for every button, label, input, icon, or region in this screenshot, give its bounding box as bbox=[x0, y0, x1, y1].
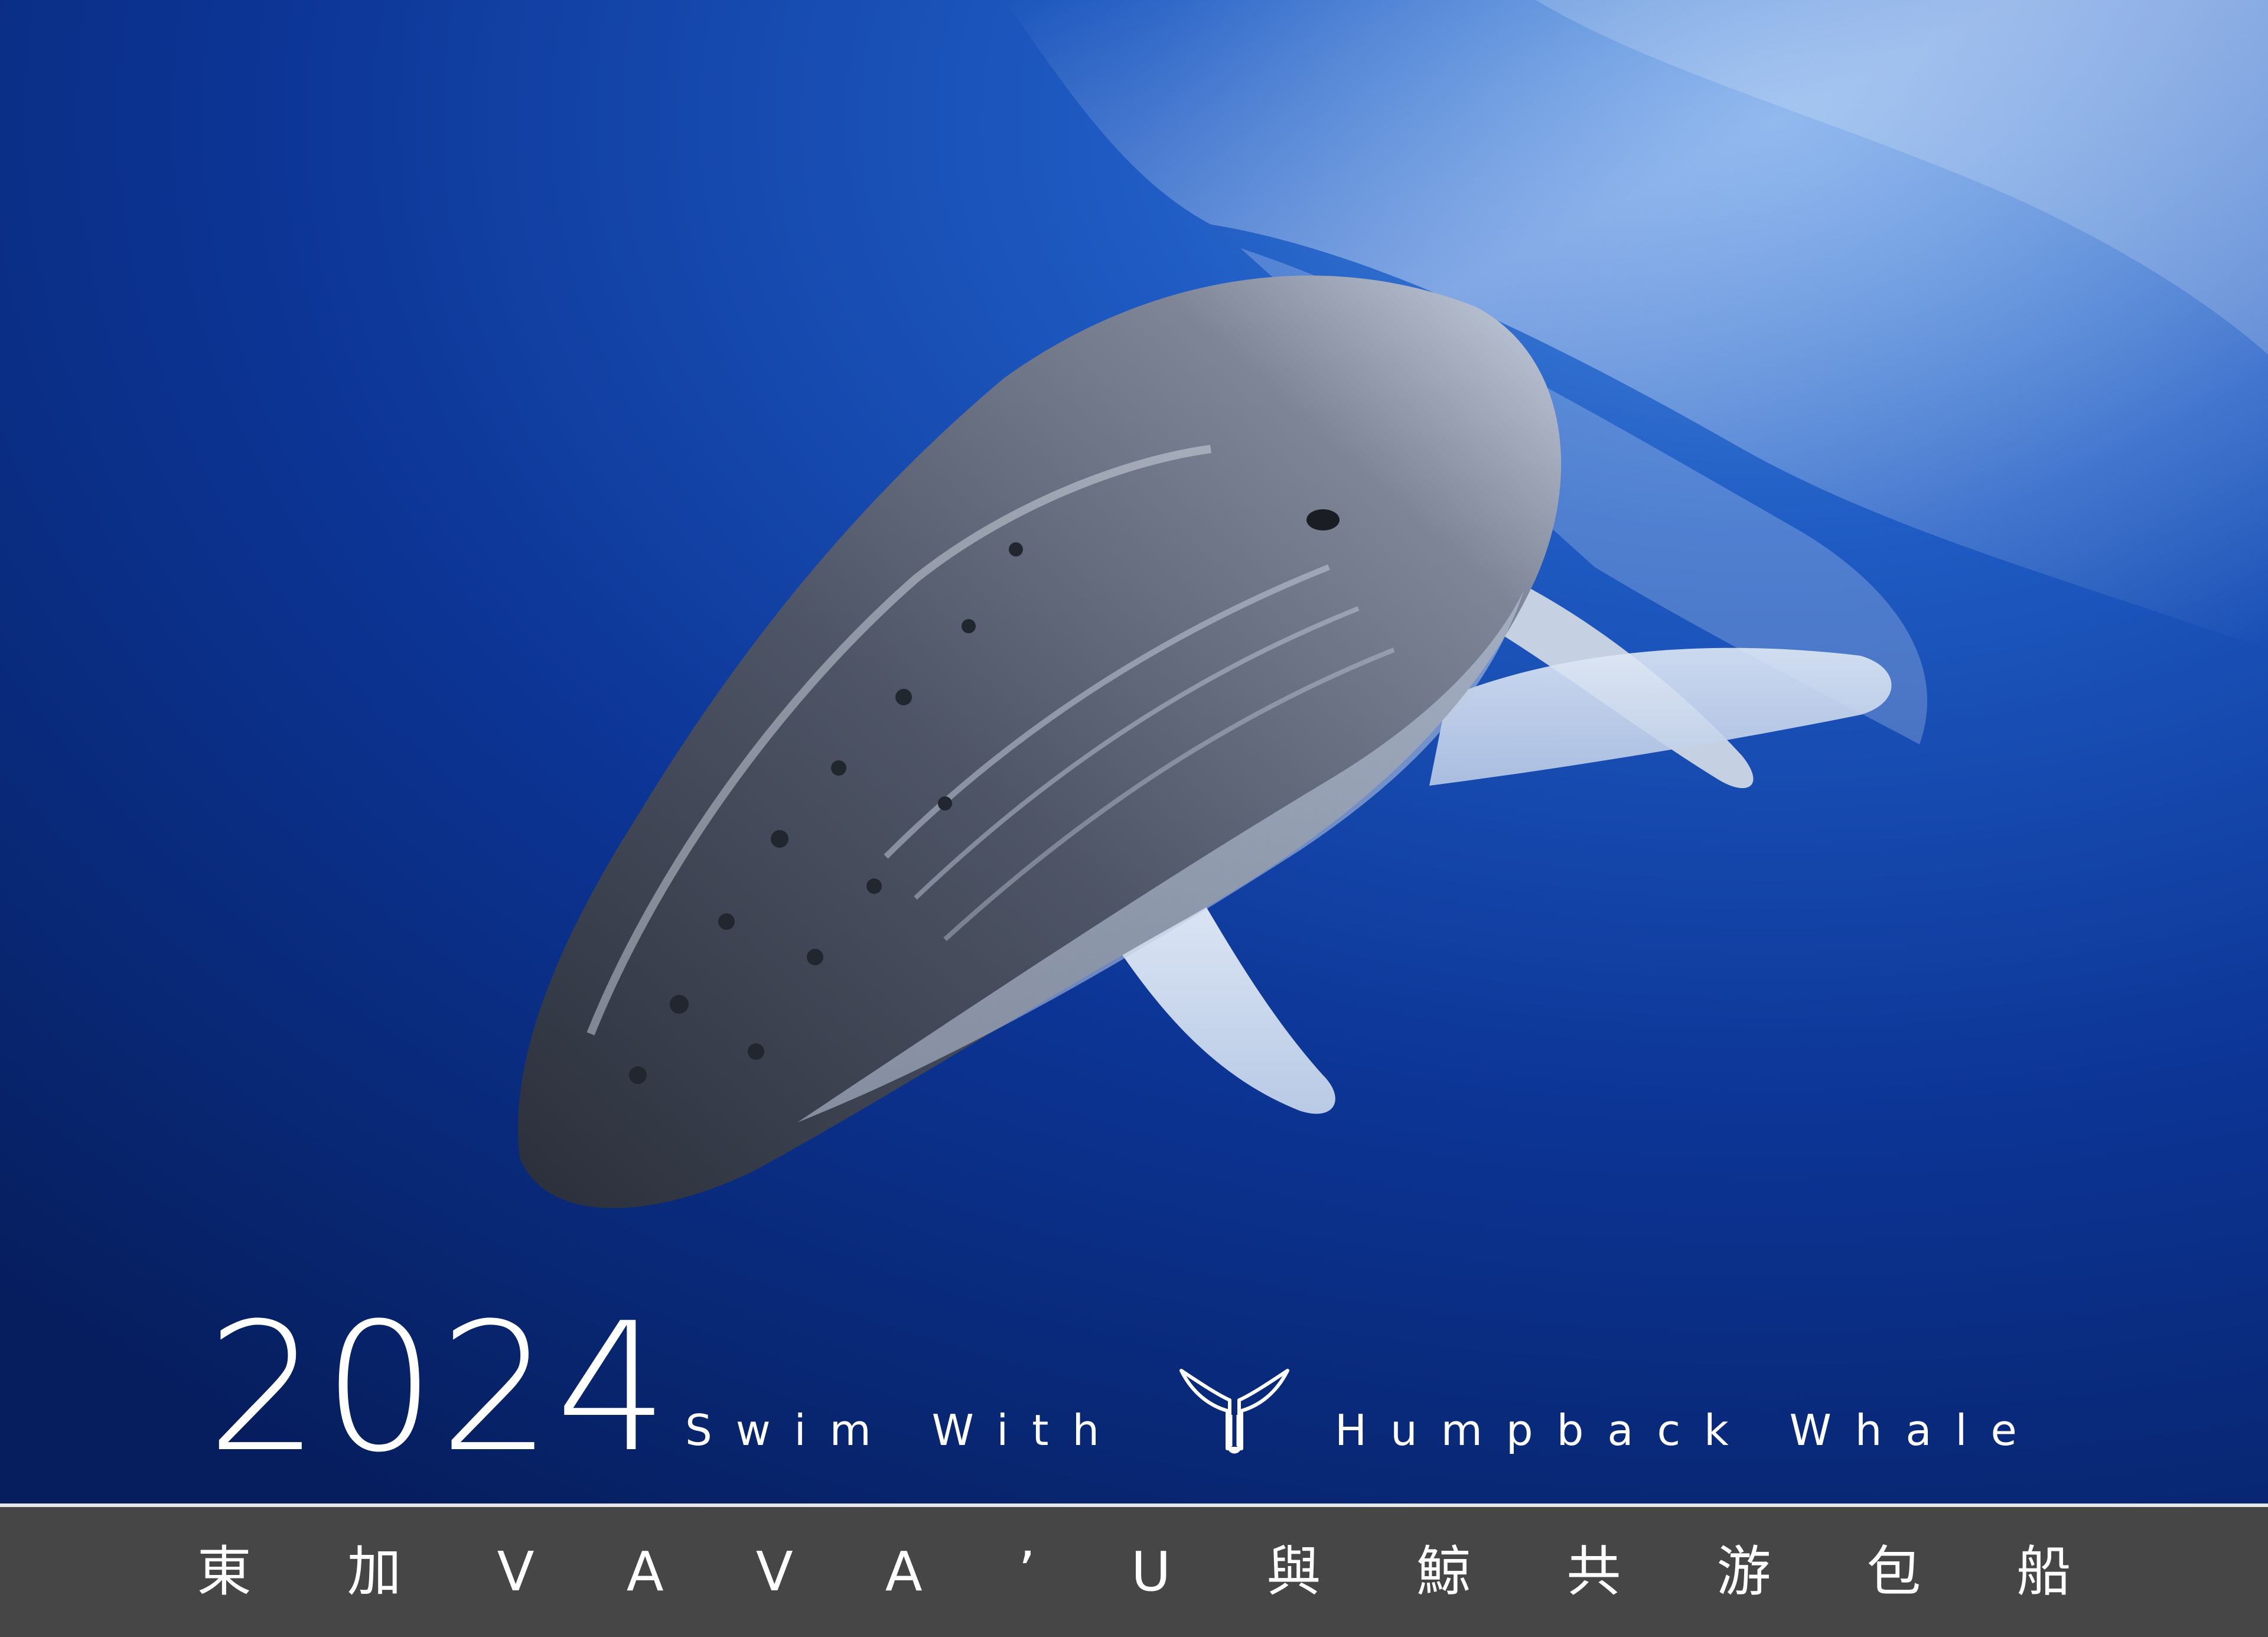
calendar-year: 2024 bbox=[207, 1285, 672, 1491]
tagline-humpback-whale: Humpback Whale bbox=[1335, 1405, 2041, 1455]
subtitle-bar: 東加VAVA’U與鯨共游包船 bbox=[0, 1503, 2268, 1637]
whale-tail-icon bbox=[1175, 1359, 1293, 1459]
tagline-swim-with: Swim With bbox=[685, 1405, 1123, 1455]
subtitle-text: 東加VAVA’U與鯨共游包船 bbox=[197, 1540, 2167, 1603]
whale-photo bbox=[0, 0, 2268, 1503]
